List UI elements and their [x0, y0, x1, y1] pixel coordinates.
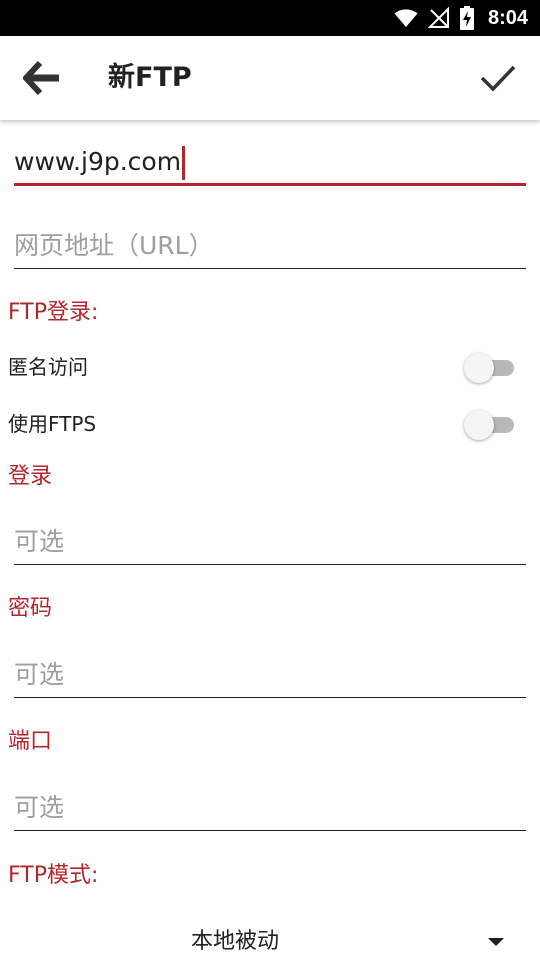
- password-input-underline: [14, 696, 526, 698]
- login-input-placeholder: 可选: [14, 527, 65, 556]
- status-bar: 8:04: [0, 0, 540, 36]
- no-signal-icon: [427, 7, 449, 28]
- use-ftps-label: 使用FTPS: [8, 412, 97, 436]
- switch-thumb: [464, 410, 494, 440]
- confirm-button[interactable]: [476, 56, 520, 100]
- anonymous-access-label: 匿名访问: [8, 355, 88, 379]
- use-ftps-switch[interactable]: [464, 410, 516, 440]
- password-label: 密码: [8, 596, 53, 621]
- port-input-underline: [14, 829, 526, 831]
- arrow-left-icon: [23, 61, 59, 95]
- login-input-underline: [14, 563, 526, 565]
- url-input[interactable]: 网页地址（URL）: [14, 228, 526, 269]
- host-input[interactable]: www.j9p.com: [14, 144, 526, 186]
- port-input-placeholder: 可选: [14, 793, 65, 822]
- checkmark-icon: [480, 65, 516, 92]
- anonymous-access-switch[interactable]: [464, 353, 516, 383]
- app-toolbar: 新FTP: [0, 36, 540, 120]
- ftp-login-section-header: FTP登录:: [8, 300, 99, 325]
- status-time: 8:04: [487, 6, 528, 29]
- login-label: 登录: [8, 464, 53, 489]
- status-icons: 8:04: [394, 0, 528, 36]
- login-input[interactable]: 可选: [14, 524, 526, 565]
- battery-charging-icon: [459, 6, 474, 30]
- page-title: 新FTP: [108, 62, 192, 93]
- switch-thumb: [464, 353, 494, 383]
- ftp-mode-selected: 本地被动: [190, 929, 279, 954]
- use-ftps-row: 使用FTPS: [8, 404, 524, 444]
- port-label: 端口: [8, 729, 53, 754]
- password-input-placeholder: 可选: [14, 660, 65, 689]
- text-cursor: [182, 145, 186, 180]
- wifi-icon: [394, 9, 418, 27]
- host-input-underline: [14, 183, 526, 186]
- dropdown-arrow-icon: [488, 938, 504, 946]
- ftp-mode-section-header: FTP模式:: [8, 863, 99, 888]
- host-input-value: www.j9p.com: [14, 147, 182, 176]
- port-input[interactable]: 可选: [14, 790, 526, 831]
- anonymous-access-row: 匿名访问: [8, 347, 524, 387]
- url-input-placeholder: 网页地址（URL）: [14, 231, 214, 260]
- url-input-underline: [14, 267, 526, 269]
- ftp-mode-dropdown[interactable]: 本地被动: [0, 920, 540, 960]
- password-input[interactable]: 可选: [14, 657, 526, 698]
- back-button[interactable]: [18, 56, 66, 100]
